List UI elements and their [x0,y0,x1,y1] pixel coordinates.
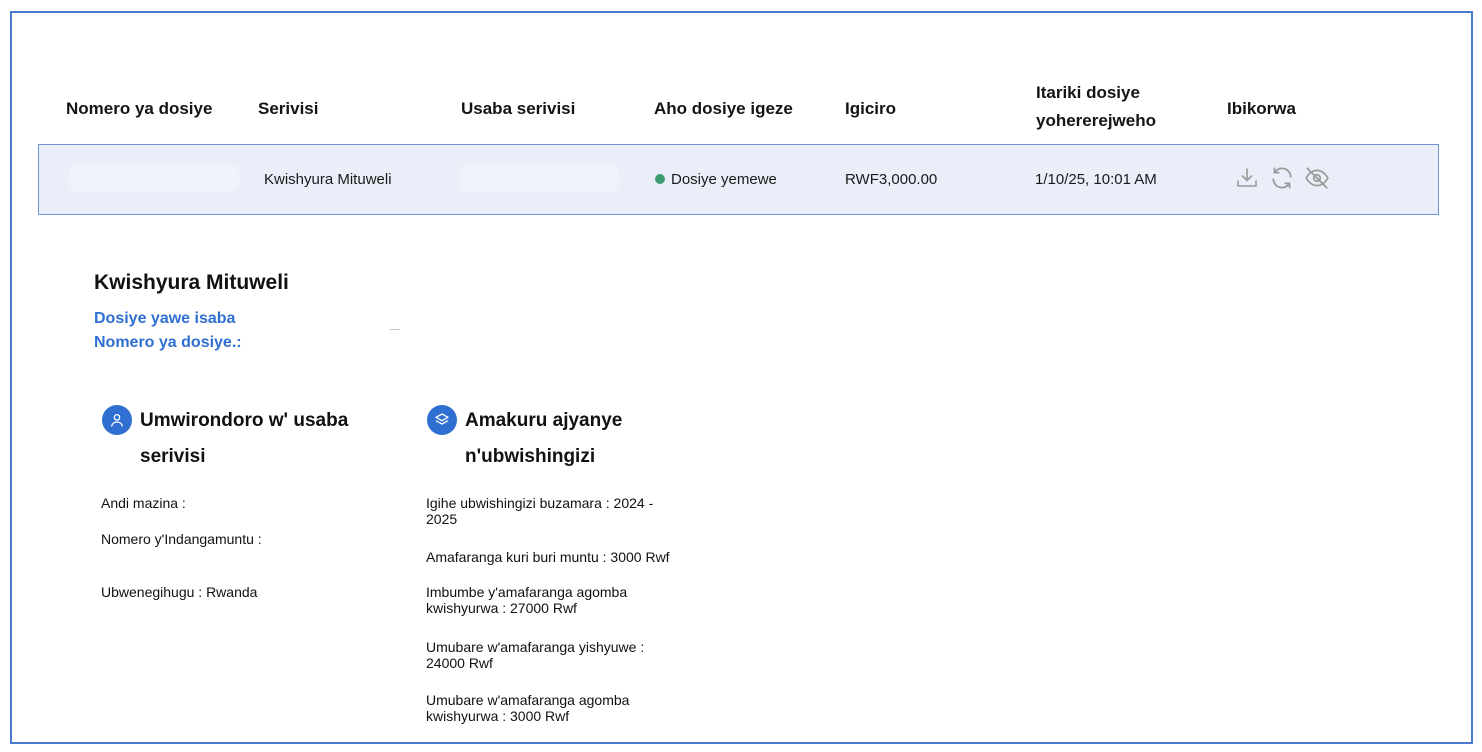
status-dot [655,174,665,184]
header-service: Serivisi [258,99,319,118]
field-names: Andi mazina : [101,495,186,511]
redacted-requester [459,165,619,191]
profile-title-line2: serivisi [140,446,206,467]
field-total-due-line2: kwishyurwa : 27000 Rwf [426,600,577,616]
field-insurance-period-line2: 2025 [426,511,458,527]
profile-title-line1: Umwirondoro w' usaba [140,410,349,431]
contribution-section-header: Amakuru ajyanye n'ubwishingizi [427,403,622,475]
row-status: Dosiye yemewe [655,170,777,190]
row-status-label: Dosiye yemewe [671,171,777,188]
field-id-number: Nomero y'Indangamuntu : [101,531,262,547]
field-insurance-period-line1: Igihe ubwishingizi buzamara : 2024 - [426,495,654,511]
header-date: Itariki dosiye yohererejweho [1036,79,1156,135]
profile-section-header: Umwirondoro w' usaba serivisi [102,403,348,475]
detail-title: Kwishyura Mituweli [94,271,289,294]
field-amount-remaining-line2: kwishyurwa : 3000 Rwf [426,708,570,724]
header-date-line2: yohererejweho [1036,111,1156,130]
field-nationality: Ubwenegihugu : Rwanda [101,584,258,600]
header-status: Aho dosiye igeze [654,99,793,118]
row-service: Kwishyura Mituweli [264,171,392,188]
field-amount-per-person: Amafaranga kuri buri muntu : 3000 Rwf [426,549,670,565]
redacted-file-number [69,165,239,191]
table-row[interactable]: Kwishyura Mituweli Dosiye yemewe RWF3,00… [38,144,1439,215]
row-actions [1232,163,1332,197]
refresh-icon[interactable] [1267,163,1296,193]
field-amount-paid: Umubare w'amafaranga yishyuwe : 24000 Rw… [426,639,644,671]
request-label: Dosiye yawe isaba [94,310,236,327]
eye-slash-icon[interactable] [1303,163,1332,193]
application-frame: Nomero ya dosiye Serivisi Usaba serivisi… [10,11,1473,744]
row-date: 1/10/25, 10:01 AM [1035,171,1157,188]
field-total-due-line1: Imbumbe y'amafaranga agomba [426,584,628,600]
header-file-number: Nomero ya dosiye [66,99,213,118]
user-icon [102,405,132,435]
field-insurance-period: Igihe ubwishingizi buzamara : 2024 - 202… [426,495,653,527]
field-total-due: Imbumbe y'amafaranga agomba kwishyurwa :… [426,584,627,616]
field-amount-remaining-line1: Umubare w'amafaranga agomba [426,692,630,708]
field-amount-paid-line2: 24000 Rwf [426,655,493,671]
header-date-line1: Itariki dosiye [1036,83,1140,102]
layers-icon [427,405,457,435]
header-actions: Ibikorwa [1227,99,1296,118]
header-requester: Usaba serivisi [461,99,576,118]
field-amount-paid-line1: Umubare w'amafaranga yishyuwe : [426,639,645,655]
table-header: Nomero ya dosiye Serivisi Usaba serivisi… [12,13,1471,143]
header-price: Igiciro [845,99,897,118]
contribution-title-line1: Amakuru ajyanye [465,410,623,431]
row-price: RWF3,000.00 [845,171,938,188]
field-amount-remaining: Umubare w'amafaranga agomba kwishyurwa :… [426,692,629,724]
contribution-title-line2: n'ubwishingizi [465,446,596,467]
download-icon[interactable] [1232,163,1261,193]
divider [390,329,400,330]
file-number-label: Nomero ya dosiye.: [94,334,242,351]
